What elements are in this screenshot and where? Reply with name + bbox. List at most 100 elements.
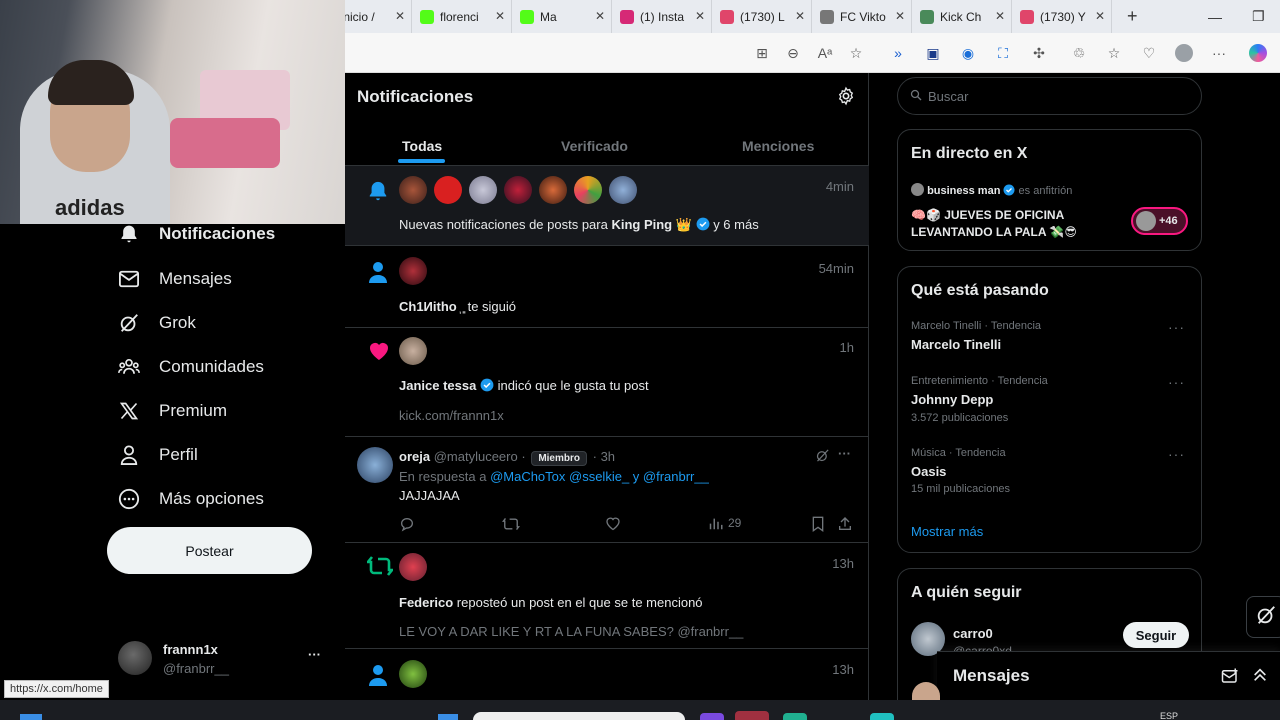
extensions-icon[interactable]: ✣ bbox=[1029, 44, 1049, 62]
apps-icon[interactable]: ⊞ bbox=[752, 44, 772, 62]
taskbar-app-icon[interactable] bbox=[700, 713, 724, 720]
avatar[interactable] bbox=[504, 176, 532, 204]
new-message-icon[interactable] bbox=[1221, 667, 1239, 690]
zoom-out-icon[interactable]: ⊖ bbox=[783, 44, 803, 62]
close-tab-icon[interactable]: ✕ bbox=[695, 9, 705, 23]
close-tab-icon[interactable]: ✕ bbox=[995, 9, 1005, 23]
close-tab-icon[interactable]: ✕ bbox=[595, 9, 605, 23]
avatar[interactable] bbox=[434, 176, 462, 204]
new-tab-button[interactable]: + bbox=[1127, 6, 1138, 27]
avatar[interactable] bbox=[357, 447, 393, 483]
maximize-icon[interactable]: ❐ bbox=[1252, 0, 1265, 33]
avatar[interactable] bbox=[399, 660, 427, 688]
browser-tab[interactable]: (1730) L ✕ bbox=[712, 0, 812, 33]
close-tab-icon[interactable]: ✕ bbox=[1095, 9, 1105, 23]
messages-dock[interactable]: Mensajes bbox=[912, 651, 1280, 702]
close-tab-icon[interactable]: ✕ bbox=[895, 9, 905, 23]
sidebar-item-comunidades[interactable]: Comunidades bbox=[118, 351, 264, 383]
taskbar-app-icon[interactable] bbox=[870, 713, 894, 720]
extension-icon[interactable]: ▣ bbox=[923, 44, 943, 62]
avatar[interactable] bbox=[399, 176, 427, 204]
share-icon[interactable] bbox=[837, 516, 853, 532]
grok-icon[interactable] bbox=[815, 448, 830, 468]
collections-icon[interactable]: ☆ bbox=[1104, 44, 1124, 62]
browser-menu-icon[interactable]: ··· bbox=[1209, 44, 1229, 62]
close-tab-icon[interactable]: ✕ bbox=[495, 9, 505, 23]
taskbar-app-icon[interactable] bbox=[783, 713, 807, 720]
notification-item[interactable]: 4min Nuevas notificaciones de posts para… bbox=[345, 166, 869, 246]
input-language-indicator[interactable]: ESP bbox=[1160, 711, 1178, 720]
close-tab-icon[interactable]: ✕ bbox=[795, 9, 805, 23]
avatar[interactable] bbox=[539, 176, 567, 204]
screenshot-icon[interactable]: ⛶ bbox=[993, 44, 1013, 62]
performance-icon[interactable]: ♲ bbox=[1069, 44, 1089, 62]
avatar[interactable] bbox=[399, 553, 427, 581]
notification-item[interactable]: 13h Federico reposteó un post en el que … bbox=[345, 543, 869, 649]
sidebar-item-mensajes[interactable]: Mensajes bbox=[118, 263, 232, 295]
browser-tab[interactable]: FC Vikto ✕ bbox=[812, 0, 912, 33]
avatar[interactable] bbox=[399, 337, 427, 365]
post-more-icon[interactable]: ··· bbox=[838, 446, 851, 461]
repost-icon[interactable] bbox=[502, 516, 520, 532]
browser-tab[interactable]: Ma ✕ bbox=[512, 0, 612, 33]
avatar[interactable] bbox=[609, 176, 637, 204]
sidebar-item-mas-opciones[interactable]: Más opciones bbox=[118, 483, 264, 515]
gear-icon[interactable] bbox=[836, 86, 856, 106]
minimize-icon[interactable]: — bbox=[1208, 0, 1222, 33]
account-name[interactable]: oreja bbox=[399, 449, 430, 464]
browser-tab[interactable]: florenci ✕ bbox=[412, 0, 512, 33]
tab-verificado[interactable]: Verificado bbox=[561, 126, 628, 166]
live-space-title[interactable]: 🧠🎲 JUEVES DE OFICINA LEVANTANDO LA PALA … bbox=[911, 207, 1077, 241]
close-tab-icon[interactable]: ✕ bbox=[395, 9, 405, 23]
copilot-icon[interactable] bbox=[1248, 44, 1268, 62]
grok-floating-button[interactable] bbox=[1246, 596, 1280, 638]
live-host-row[interactable]: business man es anfitrión bbox=[911, 183, 1072, 197]
post-button[interactable]: Postear bbox=[107, 527, 312, 574]
windows-icon[interactable] bbox=[438, 714, 458, 720]
liked-post-preview[interactable]: kick.com/frannn1x bbox=[399, 408, 504, 423]
start-icon[interactable] bbox=[20, 714, 42, 720]
reply-icon[interactable] bbox=[399, 516, 415, 532]
profile-avatar-icon[interactable] bbox=[1174, 44, 1194, 62]
sidebar-item-perfil[interactable]: Perfil bbox=[118, 439, 198, 471]
post-time[interactable]: 3h bbox=[601, 449, 615, 464]
notification-item[interactable]: 1h Janice tessa indicó que le gusta tu p… bbox=[345, 328, 869, 437]
reply-mentions[interactable]: @MaChoTox @sselkie_ y @franbrr__ bbox=[490, 469, 709, 484]
trend-more-icon[interactable]: ··· bbox=[1168, 446, 1185, 462]
show-more-link[interactable]: Mostrar más bbox=[911, 524, 983, 539]
avatar[interactable] bbox=[399, 257, 427, 285]
chevron-up-icon[interactable] bbox=[1252, 667, 1268, 688]
browser-tab[interactable]: (1730) Y ✕ bbox=[1012, 0, 1112, 33]
sidebar-item-premium[interactable]: Premium bbox=[118, 395, 227, 427]
suggested-account-name[interactable]: carro0 bbox=[953, 626, 993, 641]
account-switcher[interactable]: frannn1x @franbrr__ ··· bbox=[118, 637, 333, 677]
follow-button[interactable]: Seguir bbox=[1123, 622, 1189, 648]
taskbar-search[interactable] bbox=[473, 712, 685, 720]
trend-more-icon[interactable]: ··· bbox=[1168, 319, 1185, 335]
account-name[interactable]: King Ping bbox=[611, 217, 672, 232]
notification-item[interactable]: 54min Ch1Иitho ᷂ ͈ te siguió bbox=[345, 246, 869, 328]
reply-post[interactable]: oreja @matyluceero · Miembro · 3h ··· En… bbox=[345, 437, 869, 543]
trend-more-icon[interactable]: ··· bbox=[1168, 374, 1185, 390]
extension-icon[interactable]: ◉ bbox=[958, 44, 978, 62]
tab-menciones[interactable]: Menciones bbox=[742, 126, 814, 166]
views-stat[interactable]: 29 bbox=[708, 516, 741, 530]
avatar[interactable] bbox=[574, 176, 602, 204]
avatar[interactable] bbox=[469, 176, 497, 204]
account-handle[interactable]: @matyluceero bbox=[434, 449, 518, 464]
reposted-post-preview[interactable]: LE VOY A DAR LIKE Y RT A LA FUNA SABES? … bbox=[399, 624, 743, 639]
browser-tab[interactable]: Kick Ch ✕ bbox=[912, 0, 1012, 33]
bookmark-icon[interactable] bbox=[811, 516, 825, 532]
like-icon[interactable] bbox=[605, 516, 621, 531]
account-name[interactable]: Janice tessa bbox=[399, 378, 476, 393]
search-input[interactable]: Buscar bbox=[897, 77, 1202, 115]
sidebar-item-notificaciones[interactable]: Notificaciones bbox=[118, 218, 275, 250]
favorite-star-icon[interactable]: ☆ bbox=[846, 44, 866, 62]
account-name[interactable]: Federico bbox=[399, 595, 453, 610]
extension-icon[interactable]: » bbox=[888, 44, 908, 62]
notification-item[interactable]: 13h bbox=[345, 649, 869, 700]
sidebar-item-grok[interactable]: Grok bbox=[118, 307, 196, 339]
browser-essentials-icon[interactable]: ♡ bbox=[1139, 44, 1159, 62]
taskbar-app-icon[interactable] bbox=[735, 711, 769, 720]
account-more-icon[interactable]: ··· bbox=[308, 647, 321, 662]
